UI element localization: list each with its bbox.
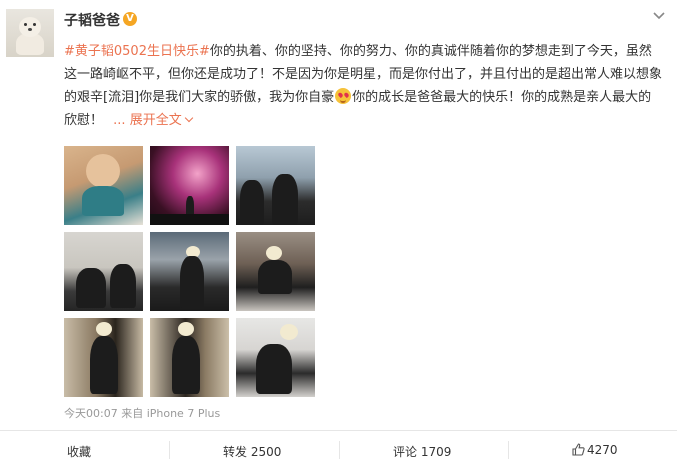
avatar-dog-head	[19, 17, 41, 37]
emoji-heart-eyes-icon	[335, 88, 352, 104]
photo-thumbnail-1[interactable]	[64, 146, 143, 225]
comment-button[interactable]: 评论 1709	[393, 443, 451, 460]
post-meta: 今天00:07 来自 iPhone 7 Plus	[64, 405, 220, 421]
action-separator	[508, 441, 509, 459]
username-link[interactable]: 子韬爸爸	[64, 10, 120, 30]
avatar[interactable]	[6, 9, 54, 57]
photo-thumbnail-8[interactable]	[150, 318, 229, 397]
action-separator	[169, 441, 170, 459]
photo-thumbnail-5[interactable]	[150, 232, 229, 311]
photo-grid	[64, 146, 320, 402]
photo-thumbnail-6[interactable]	[236, 232, 315, 311]
thumbs-up-icon	[572, 443, 585, 456]
ellipsis: ...	[113, 113, 126, 128]
avatar-dog-nose	[28, 28, 32, 31]
action-separator	[339, 441, 340, 459]
post-source: 来自 iPhone 7 Plus	[121, 407, 221, 420]
photo-thumbnail-2[interactable]	[150, 146, 229, 225]
expand-chevron-icon	[184, 113, 193, 123]
weibo-post-card: 子韬爸爸 V #黄子韬0502生日快乐#你的执着、你的坚持、你的努力、你的真诚伴…	[0, 0, 677, 470]
expand-full-text-link[interactable]: 展开全文	[129, 113, 193, 128]
photo-thumbnail-7[interactable]	[64, 318, 143, 397]
post-time[interactable]: 今天00:07	[64, 407, 118, 420]
action-bar-divider	[0, 430, 677, 431]
expand-label: 展开全文	[129, 113, 182, 128]
verified-v-icon: V	[123, 12, 137, 26]
like-button[interactable]: 4270	[572, 443, 618, 457]
favorite-button[interactable]: 收藏	[67, 443, 91, 460]
avatar-dog-eye	[24, 23, 27, 26]
repost-button[interactable]: 转发 2500	[223, 443, 281, 460]
photo-thumbnail-9[interactable]	[236, 318, 315, 397]
avatar-dog-eye	[33, 23, 36, 26]
photo-thumbnail-3[interactable]	[236, 146, 315, 225]
like-count: 4270	[587, 443, 618, 457]
photo-thumbnail-4[interactable]	[64, 232, 143, 311]
menu-chevron-icon[interactable]	[652, 10, 666, 22]
post-text: #黄子韬0502生日快乐#你的执着、你的坚持、你的努力、你的真诚伴随着你的梦想走…	[64, 40, 662, 132]
hashtag-link[interactable]: #黄子韬0502生日快乐#	[64, 44, 210, 59]
